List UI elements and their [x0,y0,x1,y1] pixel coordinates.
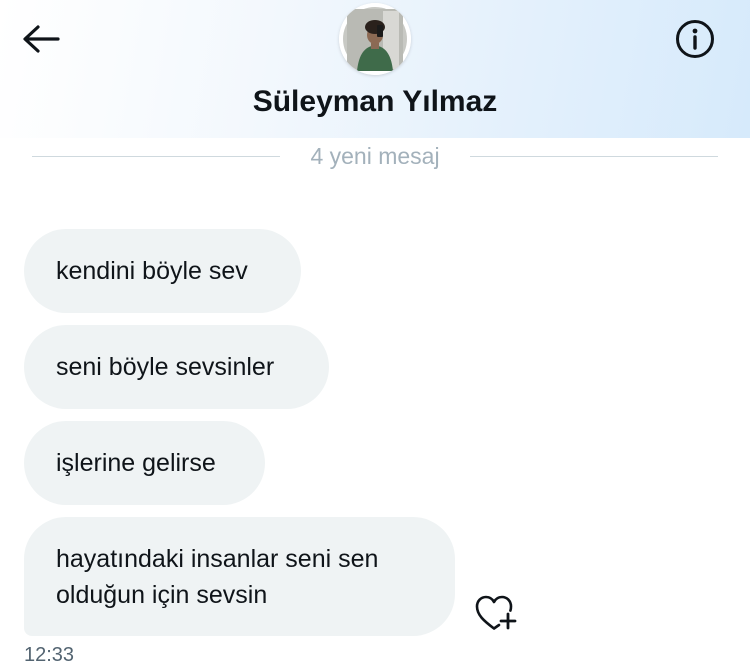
back-button[interactable] [20,18,62,60]
message-bubble[interactable]: işlerine gelirse [24,421,265,505]
new-messages-divider: 4 yeni mesaj [310,143,440,169]
divider-line-left [32,156,280,157]
message-bubble[interactable]: hayatındaki insanlar seni sen olduğun iç… [24,517,455,636]
avatar[interactable] [339,3,411,75]
message-text: işlerine gelirse [56,449,216,477]
message-bubble[interactable]: kendini böyle sev [24,229,301,313]
info-circle-icon [676,20,714,58]
conversation-header: Süleyman Yılmaz [0,0,750,138]
divider-line-right [470,156,718,157]
react-button[interactable] [473,592,519,632]
contact-name[interactable]: Süleyman Yılmaz [0,82,750,122]
heart-plus-icon [475,595,517,630]
message-timestamp: 12:33 [24,644,75,666]
message-text: seni böyle sevsinler [56,353,275,381]
conversation-info-button[interactable] [672,16,718,62]
avatar-photo [339,3,411,75]
message-text: kendini böyle sev [56,257,248,285]
message-bubble[interactable]: seni böyle sevsinler [24,325,329,409]
message-text: hayatındaki insanlar seni sen olduğun iç… [56,544,379,609]
arrow-left-icon [23,25,60,53]
